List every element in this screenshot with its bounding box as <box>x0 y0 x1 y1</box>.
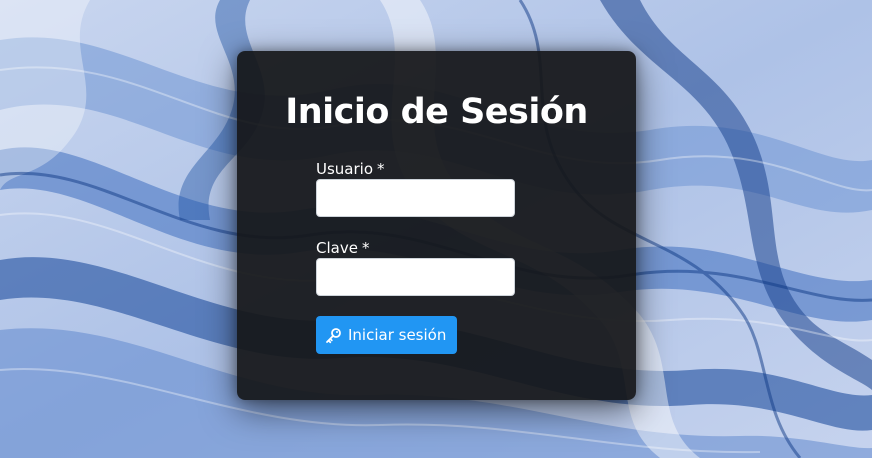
password-label: Clave * <box>316 239 370 257</box>
login-button[interactable]: Iniciar sesión <box>316 316 457 354</box>
required-marker: * <box>377 160 385 178</box>
username-label: Usuario * <box>316 160 385 178</box>
page-title: Inicio de Sesión <box>285 92 588 132</box>
key-icon <box>325 327 342 344</box>
username-input[interactable] <box>316 179 515 217</box>
password-input[interactable] <box>316 258 515 296</box>
login-button-label: Iniciar sesión <box>348 326 447 344</box>
required-marker: * <box>361 239 370 257</box>
